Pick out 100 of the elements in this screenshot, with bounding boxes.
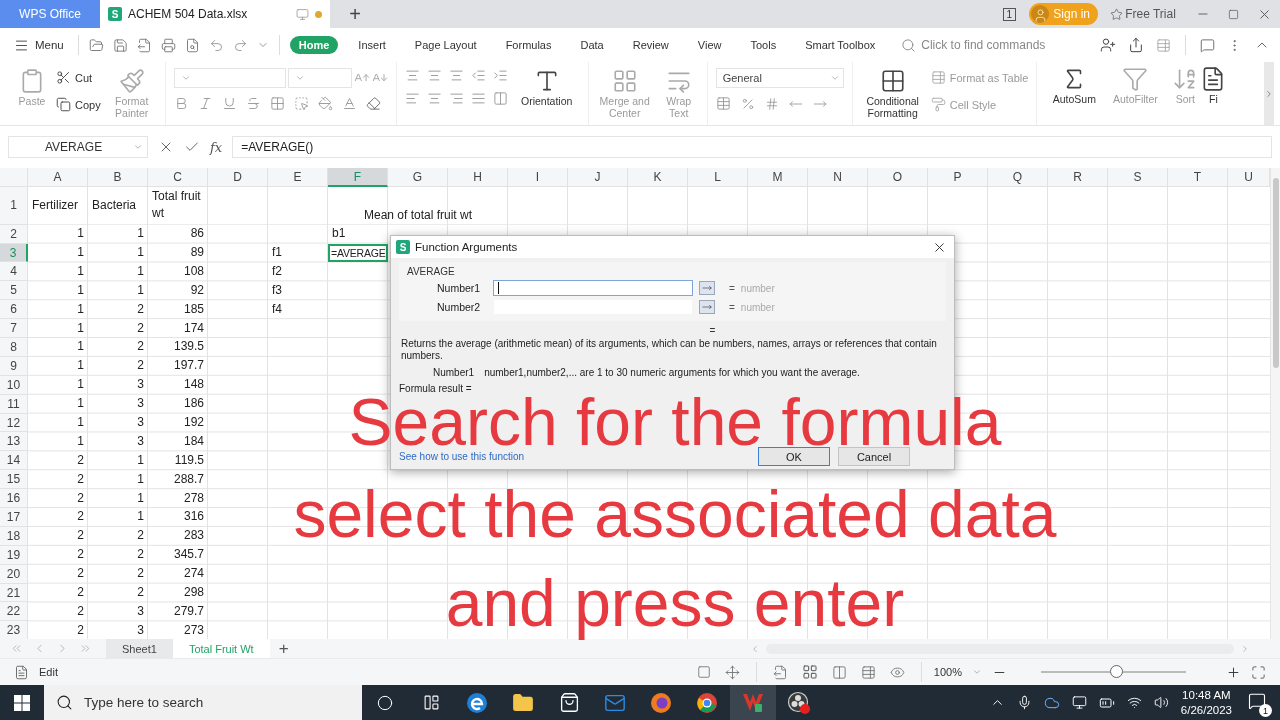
- ribbon-tab[interactable]: Smart Toolbox: [796, 36, 885, 54]
- orientation-button[interactable]: Orientation: [513, 64, 580, 108]
- column-header[interactable]: B: [88, 168, 148, 187]
- cell-text: 3: [137, 414, 144, 431]
- ribbon-tab[interactable]: Tools: [741, 36, 786, 54]
- column-header[interactable]: M: [748, 168, 808, 187]
- clock-date[interactable]: 6/26/2023: [1180, 702, 1232, 718]
- cell-text: 2: [137, 338, 144, 356]
- cell-text: 345.7: [173, 546, 204, 564]
- column-header[interactable]: E: [268, 168, 328, 187]
- column-header[interactable]: A: [28, 168, 88, 187]
- column-header[interactable]: G: [388, 168, 448, 187]
- cell-text: 1: [137, 508, 144, 526]
- ribbon-tab[interactable]: View: [688, 36, 731, 54]
- spreadsheet-icon: S: [108, 7, 122, 21]
- add-sheet-button[interactable]: +: [269, 639, 298, 658]
- row-header[interactable]: 13: [0, 432, 28, 452]
- zoom-level[interactable]: 100%: [933, 666, 962, 678]
- cell-text: 2: [77, 470, 84, 488]
- function-button[interactable]: fx: [210, 139, 223, 155]
- cell-text: Fertilizer: [32, 196, 78, 214]
- cell-text: 139.5: [173, 338, 204, 356]
- argument-name: Number1: [433, 367, 475, 378]
- copy-button[interactable]: Copy: [56, 95, 101, 114]
- cut-button[interactable]: Cut: [56, 68, 101, 87]
- column-header[interactable]: J: [568, 168, 628, 187]
- cell-text: Bacteria: [92, 196, 137, 214]
- dialog-button[interactable]: OK: [758, 447, 830, 466]
- sheet-tab[interactable]: Sheet1: [106, 639, 173, 658]
- row-header[interactable]: 7: [0, 319, 28, 338]
- argument-description: number1,number2,... are 1 to 30 numeric arguments for which you want the average.: [484, 367, 860, 378]
- ribbon-tab[interactable]: Review: [623, 36, 678, 54]
- autosum-button[interactable]: AutoSum: [1045, 62, 1104, 106]
- help-link[interactable]: See how to use this function: [399, 451, 525, 462]
- window-count-button[interactable]: 1: [989, 0, 1030, 28]
- cell-text: 2: [137, 546, 144, 564]
- spreadsheet-icon: S: [396, 240, 410, 254]
- column-header[interactable]: S: [1108, 168, 1168, 187]
- cell-text: 3: [137, 432, 144, 450]
- cell-text: 288.7: [173, 470, 204, 488]
- cell-text: f4: [272, 300, 282, 318]
- number-format-field[interactable]: General: [715, 68, 844, 88]
- column-header[interactable]: H: [448, 168, 508, 187]
- cell-text: 274: [183, 565, 204, 583]
- column-header[interactable]: I: [508, 168, 568, 187]
- ribbon-tab[interactable]: Page Layout: [405, 36, 486, 54]
- row-header[interactable]: 1: [0, 186, 28, 225]
- cell-text: b1: [332, 225, 346, 243]
- column-header[interactable]: O: [868, 168, 928, 187]
- cell-text: 3: [137, 395, 144, 413]
- caption-text: and press enter: [445, 566, 905, 640]
- ribbon-tab[interactable]: Formulas: [496, 36, 561, 54]
- new-tab-button[interactable]: +: [330, 0, 380, 28]
- column-header[interactable]: N: [808, 168, 868, 187]
- document-tab[interactable]: S ACHEM 504 Data.xlsx: [100, 0, 330, 28]
- cell-text: 92: [190, 281, 204, 299]
- column-header[interactable]: Q: [988, 168, 1048, 187]
- menu-button[interactable]: Menu: [10, 37, 68, 53]
- cell-text: 2: [77, 565, 84, 583]
- column-header[interactable]: D: [208, 168, 268, 187]
- formula-field[interactable]: =AVERAGE(): [232, 136, 1272, 158]
- column-header[interactable]: U: [1228, 168, 1270, 187]
- argument-label: Number2: [437, 301, 482, 313]
- dialog-button[interactable]: Cancel: [838, 447, 910, 466]
- row-header[interactable]: 16: [0, 489, 28, 509]
- document-button[interactable]: Fi: [1205, 62, 1222, 106]
- column-header[interactable]: P: [928, 168, 988, 187]
- free-trial-button[interactable]: Free Trial: [1098, 0, 1188, 28]
- cell-text: 1: [137, 470, 144, 488]
- row-header[interactable]: 5: [0, 281, 28, 301]
- cell-text: f1: [272, 244, 282, 261]
- column-header[interactable]: C: [148, 168, 208, 187]
- row-header[interactable]: 22: [0, 602, 28, 622]
- cell-text: 2: [137, 357, 144, 375]
- ribbon-tab[interactable]: Insert: [349, 36, 395, 54]
- conditional-formatting-button[interactable]: Conditional Formatting: [860, 64, 925, 119]
- column-header[interactable]: K: [628, 168, 688, 187]
- document-title: ACHEM 504 Data.xlsx: [128, 7, 248, 21]
- cell-text: 1: [77, 281, 84, 299]
- row-header[interactable]: 4: [0, 262, 28, 282]
- active-cell[interactable]: =AVERAGE: [328, 243, 388, 263]
- column-header[interactable]: R: [1048, 168, 1108, 187]
- cell-text: 89: [190, 244, 204, 261]
- name-box[interactable]: AVERAGE: [8, 136, 148, 158]
- row-header[interactable]: 6: [0, 300, 28, 320]
- ribbon-tab[interactable]: Data: [571, 36, 613, 54]
- cell-text: 316: [183, 508, 204, 526]
- column-header[interactable]: T: [1168, 168, 1228, 187]
- row-header[interactable]: 14: [0, 451, 28, 471]
- taskbar-search-field[interactable]: Type here to search: [44, 685, 362, 720]
- formula-result: Formula result =: [399, 383, 472, 394]
- equals-sign: =: [729, 282, 735, 294]
- row-header[interactable]: 15: [0, 470, 28, 490]
- row-header[interactable]: 23: [0, 621, 28, 639]
- clock-time[interactable]: 10:48 AM: [1182, 687, 1231, 703]
- cell-text: 1: [77, 432, 84, 450]
- cell-text: 2: [77, 451, 84, 469]
- row-header[interactable]: 8: [0, 338, 28, 357]
- row-header[interactable]: 17: [0, 508, 28, 527]
- column-header[interactable]: L: [688, 168, 748, 187]
